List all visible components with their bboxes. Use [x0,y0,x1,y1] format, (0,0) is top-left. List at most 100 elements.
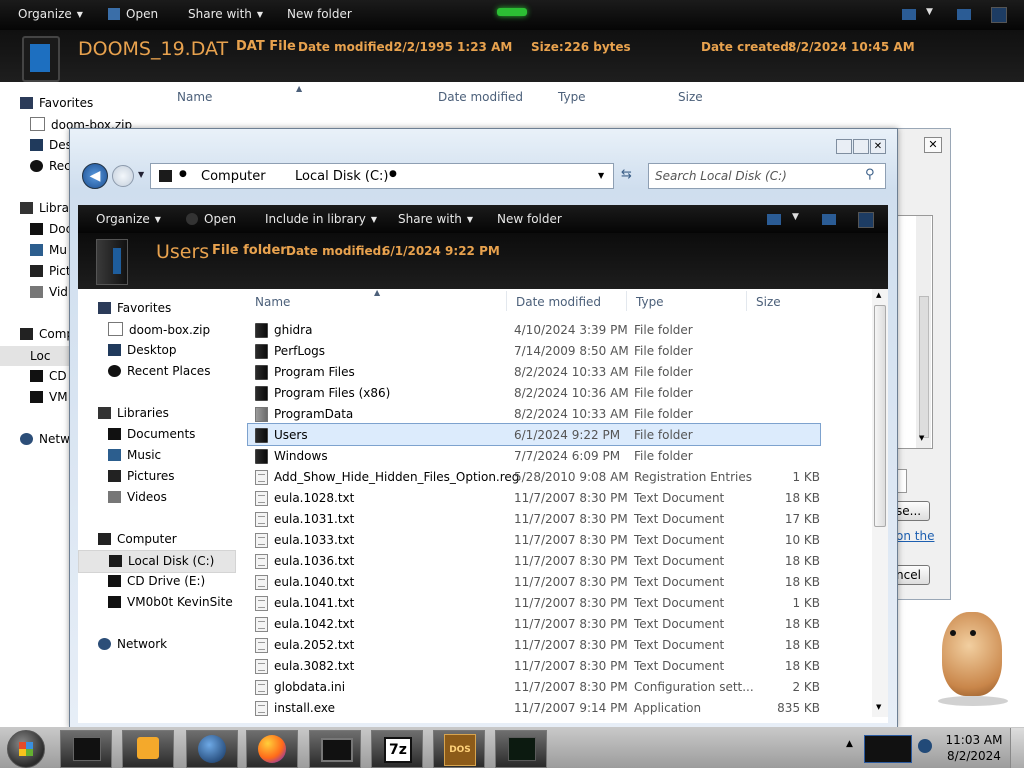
file-row[interactable]: eula.3082.txt 11/7/2007 8:30 PM Text Docum… [248,655,868,676]
volume-tray-icon[interactable] [918,739,932,753]
nav-cd-drive[interactable]: CD Drive (E:) [108,574,205,588]
back-button[interactable]: ◀ [82,163,108,189]
col-date-modified[interactable]: Date modified [516,295,601,309]
bg-nav-cd-drive[interactable]: CD [30,369,67,383]
refresh-icon[interactable]: ⇆ [621,167,632,182]
nav-computer[interactable]: Computer [98,532,177,546]
nav-videos[interactable]: Videos [108,490,167,504]
vertical-scrollbar[interactable]: ▲ ▼ [872,289,888,717]
bg-share-with-button[interactable]: Share with ▼ [188,7,263,21]
share-with-button[interactable]: Share with ▼ [398,212,473,226]
help-icon[interactable] [858,212,874,228]
bg-nav-network[interactable]: Netw [20,432,70,446]
bg-view-options-icon[interactable] [902,9,916,20]
bg-nav-desktop[interactable]: Des [30,138,72,152]
taskbar-firefox-button[interactable] [246,730,298,768]
view-options-dropdown-icon[interactable]: ▼ [792,212,799,222]
view-options-icon[interactable] [767,214,781,225]
include-in-library-button[interactable]: Include in library ▼ [265,212,377,226]
bg-nav-computer[interactable]: Comp [20,327,74,341]
nav-recent-places[interactable]: Recent Places [108,364,210,378]
file-row[interactable]: Add_Show_Hide_Hidden_Files_Option.reg 5/2… [248,466,868,487]
nav-libraries[interactable]: Libraries [98,406,169,420]
file-row[interactable]: ghidra 4/10/2024 3:39 PM File folder [248,319,868,340]
bg-preview-pane-icon[interactable] [957,9,971,20]
file-row[interactable]: PerfLogs 7/14/2009 8:50 AM File folder [248,340,868,361]
nav-music[interactable]: Music [108,448,161,462]
file-row[interactable]: Program Files (x86) 8/2/2024 10:36 AM File… [248,382,868,403]
bg-col-date-modified[interactable]: Date modified [438,90,523,104]
bg-col-name[interactable]: Name [177,90,212,104]
file-row[interactable]: eula.1031.txt 11/7/2007 8:30 PM Text Docum… [248,508,868,529]
file-row[interactable]: eula.1041.txt 11/7/2007 8:30 PM Text Docum… [248,592,868,613]
bg-organize-button[interactable]: Organize ▼ [18,7,83,21]
dialog-scrollbar[interactable]: ▼ [916,216,931,448]
bg-nav-vm[interactable]: VM [30,390,68,404]
file-row[interactable]: eula.2052.txt 11/7/2007 8:30 PM Text Docum… [248,634,868,655]
search-icon[interactable]: ⚲ [865,167,875,182]
file-row[interactable]: ProgramData 8/2/2024 10:33 AM File folder [248,403,868,424]
nav-vm-share[interactable]: VM0b0t KevinSite [108,595,233,609]
bg-nav-videos[interactable]: Vid [30,285,68,299]
recent-pages-dropdown-icon[interactable]: ▼ [138,170,144,179]
show-hidden-icons-icon[interactable]: ▲ [846,739,853,749]
bg-open-button[interactable]: Open [108,7,158,21]
file-row[interactable]: eula.1042.txt 11/7/2007 8:30 PM Text Docum… [248,613,868,634]
dialog-browse-button[interactable]: se... [896,501,930,521]
col-name[interactable]: Name [255,295,290,309]
file-row[interactable]: install.exe 11/7/2007 9:14 PM Application 8… [248,697,868,718]
nav-doom-box[interactable]: doom-box.zip [108,322,210,337]
file-row[interactable]: globdata.ini 11/7/2007 8:30 PM Configurati… [248,676,868,697]
new-folder-button[interactable]: New folder [497,212,562,226]
bg-nav-libraries[interactable]: Libra [20,201,69,215]
search-input[interactable]: Search Local Disk (C:) [655,169,787,183]
clock[interactable]: 11:03 AM 8/2/2024 [942,730,1006,766]
nav-favorites[interactable]: Favorites [98,301,171,315]
bg-nav-recent[interactable]: Rec [30,159,71,173]
minimize-button[interactable] [836,139,852,154]
taskbar-explorer-button[interactable] [60,730,112,768]
breadcrumb-computer[interactable]: Computer [201,169,266,184]
taskbar-monitor-button[interactable] [309,730,361,768]
nav-documents[interactable]: Documents [108,427,195,441]
nav-desktop[interactable]: Desktop [108,343,177,357]
file-row[interactable]: eula.1033.txt 11/7/2007 8:30 PM Text Docum… [248,529,868,550]
scroll-up-icon[interactable]: ▲ [876,291,881,299]
bg-nav-favorites[interactable]: Favorites [20,96,93,110]
nav-pictures[interactable]: Pictures [108,469,175,483]
scroll-down-icon[interactable]: ▼ [876,703,881,711]
nav-local-disk[interactable]: Local Disk (C:) [78,550,236,573]
scroll-thumb[interactable] [874,305,886,527]
address-bar[interactable]: ● Computer Local Disk (C:) ● ▼ ⇆ [150,163,632,189]
col-type[interactable]: Type [636,295,664,309]
search-box[interactable]: Search Local Disk (C:) ⚲ [648,163,886,189]
file-row[interactable]: Windows 7/7/2024 6:09 PM File folder [248,445,868,466]
bg-nav-documents[interactable]: Doc [30,222,72,236]
file-row[interactable]: eula.1040.txt 11/7/2007 8:30 PM Text Docum… [248,571,868,592]
organize-button[interactable]: Organize ▼ [96,212,161,226]
file-row[interactable]: Users 6/1/2024 9:22 PM File folder [247,423,821,446]
network-tray-icon[interactable] [864,735,912,763]
file-row[interactable]: eula.1036.txt 11/7/2007 8:30 PM Text Docum… [248,550,868,571]
taskbar-task-manager-button[interactable] [495,730,547,768]
dialog-link[interactable]: on the [896,529,934,543]
bg-nav-music[interactable]: Mu [30,243,67,257]
close-button[interactable]: ✕ [870,139,886,154]
nav-network[interactable]: Network [98,637,167,651]
taskbar-dosbox-button[interactable]: DOS [433,730,485,768]
bg-view-options-dropdown-icon[interactable]: ▼ [926,7,933,17]
breadcrumb-local-disk[interactable]: Local Disk (C:) [295,169,388,184]
address-history-dropdown-icon[interactable]: ▼ [598,171,604,180]
taskbar-media-player-button[interactable] [122,730,174,768]
taskbar-7zip-button[interactable]: 7z [371,730,423,768]
forward-button[interactable] [112,165,134,187]
maximize-button[interactable] [853,139,869,154]
open-button[interactable]: Open [186,212,236,226]
bg-help-icon[interactable] [991,7,1007,23]
bg-col-size[interactable]: Size [678,90,703,104]
file-row[interactable]: eula.1028.txt 11/7/2007 8:30 PM Text Docum… [248,487,868,508]
preview-pane-icon[interactable] [822,214,836,225]
dialog-cancel-button[interactable]: ncel [896,565,930,585]
start-button[interactable] [7,730,45,768]
bg-new-folder-button[interactable]: New folder [287,7,352,21]
